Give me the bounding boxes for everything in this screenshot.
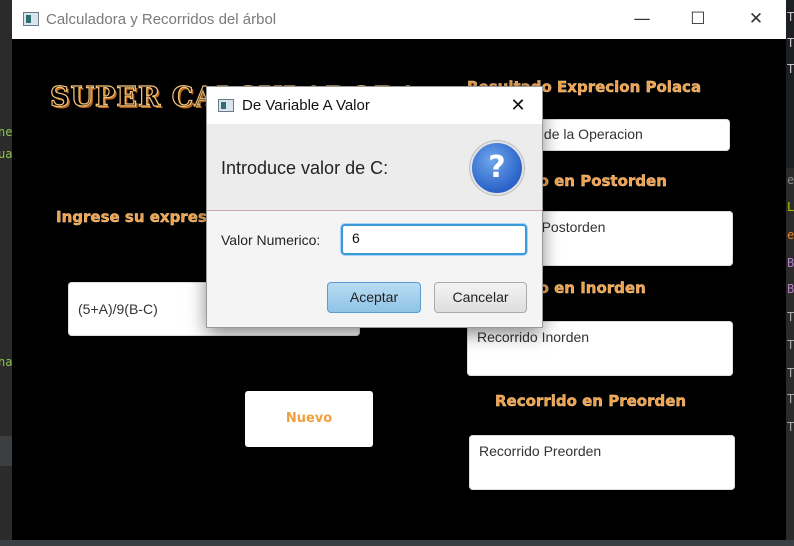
ide-text-fragment: T [787, 420, 794, 434]
dialog-prompt: Introduce valor de C: [221, 158, 389, 178]
inorden-field[interactable]: Recorrido Inorden [467, 321, 733, 376]
java-app-icon [218, 99, 234, 112]
ide-strip [786, 0, 794, 168]
value-input[interactable]: 6 [341, 224, 527, 255]
ide-bottom-bar [0, 540, 794, 546]
ide-text-fragment: T [787, 310, 794, 324]
ide-text-fragment: na [0, 355, 13, 369]
ide-text-fragment: T [787, 392, 794, 406]
java-app-icon [23, 12, 39, 26]
background-ide-left: ne ua na [0, 0, 12, 546]
dialog-title: De Variable A Valor [242, 97, 370, 114]
preorden-label: Recorrido en Preorden [495, 392, 687, 410]
background-ide-right: T T T e L e B B T T T T T [786, 0, 794, 546]
ide-text-fragment: T [787, 62, 794, 76]
minimize-button[interactable]: — [614, 0, 670, 39]
dialog-header: Introduce valor de C: ? [207, 124, 542, 211]
cancel-button[interactable]: Cancelar [434, 282, 527, 313]
ide-text-fragment: T [787, 36, 794, 50]
ide-strip [0, 436, 12, 466]
dialog-titlebar[interactable]: De Variable A Valor ✕ [207, 87, 542, 124]
ide-text-fragment: L [787, 200, 794, 214]
ide-text-fragment: B [787, 256, 794, 270]
preorden-field[interactable]: Recorrido Preorden [469, 435, 735, 490]
variable-value-dialog: De Variable A Valor ✕ Introduce valor de… [207, 87, 542, 327]
ide-text-fragment: T [787, 10, 794, 24]
accept-button[interactable]: Aceptar [327, 282, 421, 313]
window-titlebar[interactable]: Calculadora y Recorridos del árbol — ☐ ✕ [12, 0, 786, 39]
ide-text-fragment: T [787, 338, 794, 352]
ide-text-fragment: e [787, 173, 794, 187]
ide-text-fragment: e [787, 228, 794, 242]
ide-text-fragment: ua [0, 147, 13, 161]
ide-text-fragment: T [787, 366, 794, 380]
nuevo-button[interactable]: Nuevo [245, 391, 373, 447]
ide-text-fragment: B [787, 282, 794, 296]
maximize-button[interactable]: ☐ [670, 0, 726, 39]
dialog-close-button[interactable]: ✕ [503, 87, 533, 124]
question-icon: ? [472, 143, 522, 193]
close-button[interactable]: ✕ [728, 0, 784, 39]
value-label: Valor Numerico: [221, 232, 321, 248]
ide-text-fragment: ne [0, 125, 13, 139]
window-title: Calculadora y Recorridos del árbol [46, 11, 277, 28]
